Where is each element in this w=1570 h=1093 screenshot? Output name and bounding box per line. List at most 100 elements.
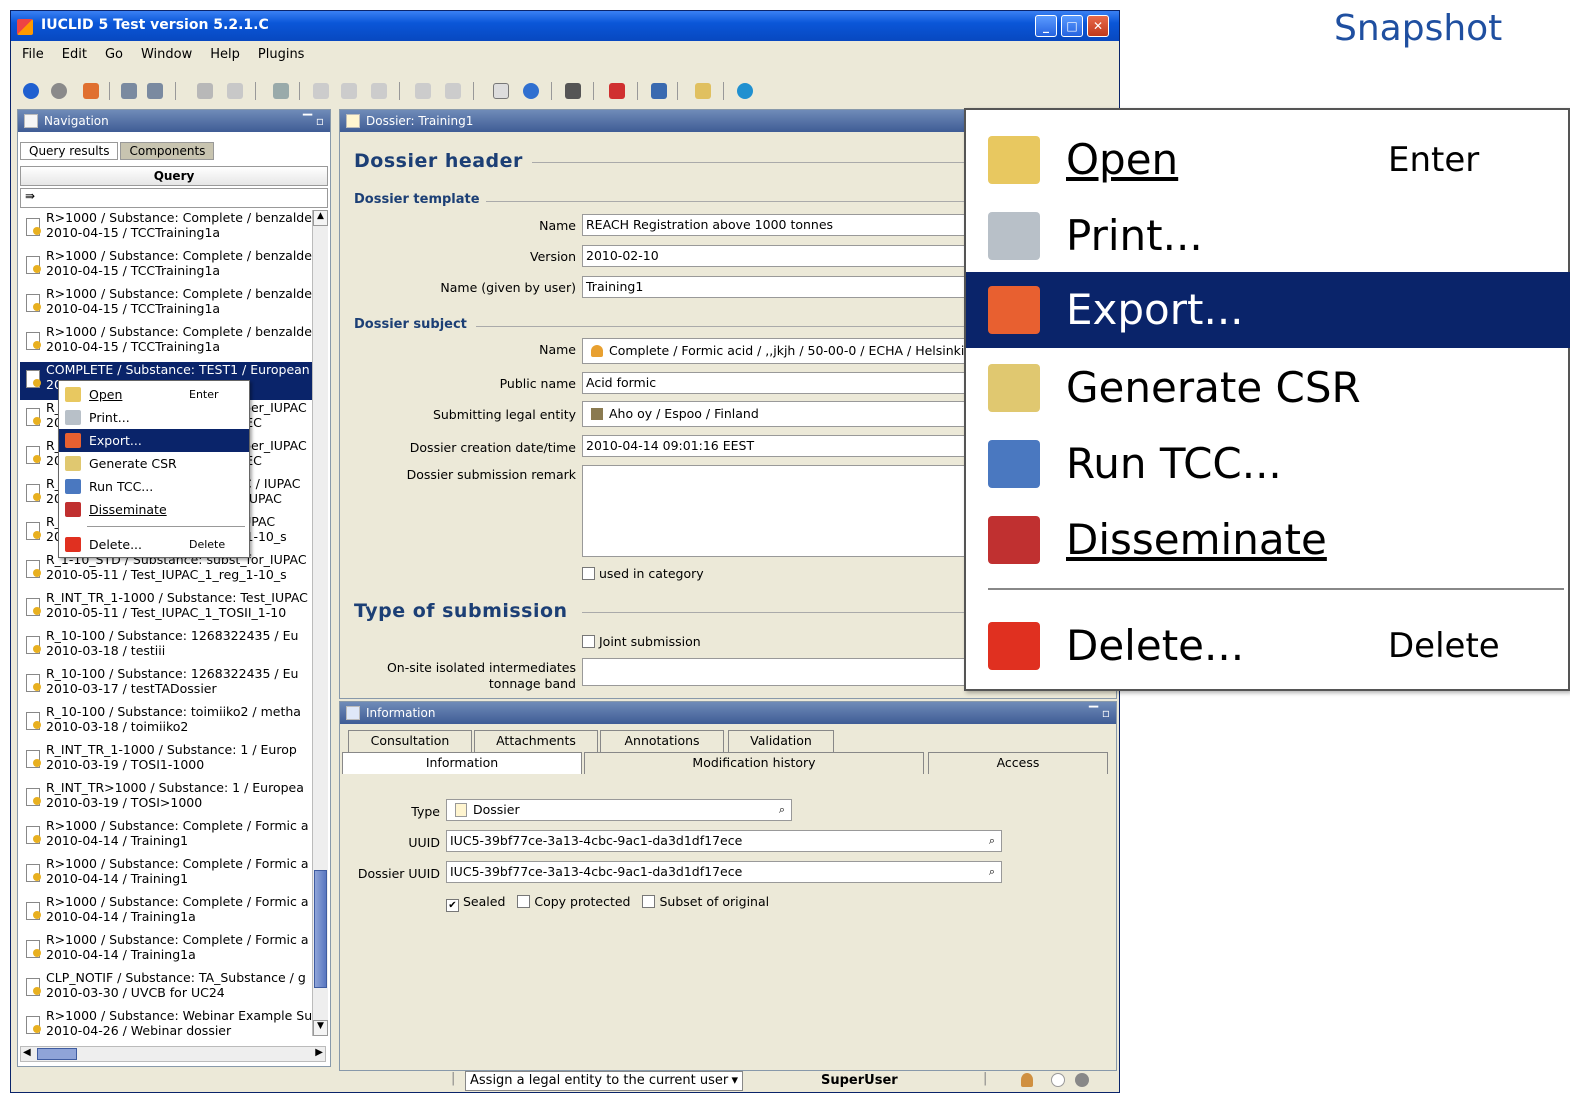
magnifier-icon[interactable]: ⌕ bbox=[779, 800, 785, 820]
maximize-button[interactable]: □ bbox=[1061, 15, 1083, 37]
query-header[interactable]: Query bbox=[20, 166, 328, 186]
edit-icon[interactable] bbox=[197, 83, 213, 99]
query-result-item[interactable]: R>1000 / Substance: Complete / benzaldeh… bbox=[20, 210, 312, 248]
help-icon[interactable] bbox=[523, 83, 539, 99]
tab-consultation[interactable]: Consultation bbox=[348, 730, 472, 752]
hscroll-thumb[interactable] bbox=[37, 1048, 77, 1060]
query-result-item[interactable]: R_INT_TR_1-1000 / Substance: Test_IUPAC 2… bbox=[20, 590, 312, 628]
version-field[interactable]: 2010-02-10 bbox=[582, 245, 972, 267]
tab-attachments[interactable]: Attachments bbox=[474, 730, 598, 752]
tonnage-band-field[interactable] bbox=[582, 658, 972, 686]
dossier-uuid-field[interactable]: IUC5-39bf77ce-3a13-4cbc-9ac1-da3d1df17ec… bbox=[446, 861, 1002, 883]
vertical-scrollbar[interactable]: ▲ ▼ bbox=[312, 210, 328, 1036]
redo-icon[interactable] bbox=[445, 83, 461, 99]
query-result-item[interactable]: R>1000 / Substance: Complete / Formic a2… bbox=[20, 818, 312, 856]
type-field[interactable]: Dossier ⌕ bbox=[446, 799, 792, 821]
run-tcc-icon[interactable] bbox=[651, 83, 667, 99]
title-bar[interactable]: IUCLID 5 Test version 5.2.1.C _ □ ✕ bbox=[11, 11, 1119, 41]
copy-protected-checkbox[interactable]: Copy protected bbox=[517, 894, 631, 909]
undo-icon[interactable] bbox=[415, 83, 431, 99]
save-all-icon[interactable] bbox=[147, 83, 163, 99]
subject-name-field[interactable]: Complete / Formic acid / ,,jkjh / 50-00-… bbox=[582, 338, 972, 364]
disseminate-icon[interactable] bbox=[609, 83, 625, 99]
query-result-item[interactable]: R>1000 / Substance: Complete / Formic a2… bbox=[20, 894, 312, 932]
query-result-item[interactable]: R_10-100 / Substance: 1268322435 / Eu 201… bbox=[20, 628, 312, 666]
save-icon[interactable] bbox=[121, 83, 137, 99]
menu-go[interactable]: Go bbox=[94, 43, 130, 62]
user-icon[interactable] bbox=[1021, 1073, 1033, 1087]
paste-icon[interactable] bbox=[371, 83, 387, 99]
scroll-right-icon[interactable]: ▶ bbox=[315, 1047, 323, 1058]
uuid-field[interactable]: IUC5-39bf77ce-3a13-4cbc-9ac1-da3d1df17ec… bbox=[446, 830, 1002, 852]
menu-plugins[interactable]: Plugins bbox=[247, 43, 312, 62]
public-name-field[interactable]: Acid formic bbox=[582, 372, 972, 394]
tab-validation[interactable]: Validation bbox=[728, 730, 834, 752]
query-result-item[interactable]: R_INT_TR>1000 / Substance: 1 / Europea 20… bbox=[20, 780, 312, 818]
menu-file[interactable]: File bbox=[11, 43, 51, 62]
menu-item-export[interactable]: Export... bbox=[59, 429, 249, 452]
query-result-item[interactable]: CLP_NOTIF / Substance: TA_Substance / g2… bbox=[20, 970, 312, 1008]
tab-information[interactable]: Information bbox=[342, 752, 582, 774]
magnifier-icon[interactable]: ⌕ bbox=[989, 862, 995, 882]
generate-csr-icon[interactable] bbox=[695, 83, 711, 99]
horizontal-scrollbar[interactable]: ◀ ▶ bbox=[20, 1046, 326, 1062]
query-result-item[interactable]: R>1000 / Substance: Complete / Formic a2… bbox=[20, 856, 312, 894]
tab-annotations[interactable]: Annotations bbox=[600, 730, 724, 752]
menu-item-run-tcc[interactable]: Run TCC... bbox=[59, 475, 249, 498]
menu-item-delete[interactable]: Delete... Delete bbox=[59, 533, 249, 556]
home-icon[interactable] bbox=[83, 83, 99, 99]
query-result-item[interactable]: R>1000 / Substance: Webinar Example Su 20… bbox=[20, 1008, 312, 1036]
sealed-checkbox[interactable]: ✔ Sealed bbox=[446, 894, 505, 912]
menu-window[interactable]: Window bbox=[130, 43, 199, 62]
query-result-item[interactable]: R>1000 / Substance: Complete / Formic a2… bbox=[20, 932, 312, 970]
menu-help[interactable]: Help bbox=[199, 43, 247, 62]
panel-controls[interactable]: ▔ ▫ bbox=[303, 110, 324, 132]
delete-icon bbox=[988, 622, 1040, 670]
query-result-item[interactable]: R>1000 / Substance: Complete / benzaldeh… bbox=[20, 248, 312, 286]
template-name-field[interactable]: REACH Registration above 1000 tonnes bbox=[582, 214, 972, 236]
tab-query-results[interactable]: Query results bbox=[20, 142, 119, 160]
creation-date-field[interactable]: 2010-04-14 09:01:16 EEST bbox=[582, 435, 972, 457]
minimize-button[interactable]: _ bbox=[1035, 15, 1057, 37]
query-result-item[interactable]: R_10-100 / Substance: 1268322435 / Eu 201… bbox=[20, 666, 312, 704]
glasses-icon[interactable] bbox=[565, 83, 581, 99]
subset-checkbox[interactable]: Subset of original bbox=[642, 894, 769, 909]
used-in-category-checkbox[interactable]: used in category bbox=[582, 566, 704, 581]
copy-icon[interactable] bbox=[341, 83, 357, 99]
menu-item-print[interactable]: Print... bbox=[59, 406, 249, 429]
document-icon[interactable] bbox=[493, 83, 509, 99]
back-icon[interactable] bbox=[23, 83, 39, 99]
info-panel-controls[interactable]: ▔ ▫ bbox=[1089, 702, 1110, 724]
query-result-item[interactable]: R>1000 / Substance: Complete / benzaldeh… bbox=[20, 286, 312, 324]
view-icon[interactable] bbox=[227, 83, 243, 99]
scroll-down-icon[interactable]: ▼ bbox=[313, 1020, 328, 1036]
query-result-item[interactable]: R_INT_TR_1-1000 / Substance: 1 / Europ 20… bbox=[20, 742, 312, 780]
close-button[interactable]: ✕ bbox=[1087, 15, 1109, 37]
menu-item-disseminate[interactable]: Disseminate bbox=[59, 498, 249, 521]
query-result-item[interactable]: R>1000 / Substance: Complete / benzaldeh… bbox=[20, 324, 312, 362]
open-icon bbox=[65, 387, 81, 402]
scroll-up-icon[interactable]: ▲ bbox=[313, 210, 328, 226]
tab-components[interactable]: Components bbox=[120, 142, 215, 160]
query-result-item[interactable]: R_10-100 / Substance: toimiiko2 / metha 2… bbox=[20, 704, 312, 742]
tab-modification-history[interactable]: Modification history bbox=[584, 752, 924, 774]
refresh-icon[interactable] bbox=[737, 83, 753, 99]
user-name-field[interactable]: Training1 bbox=[582, 276, 972, 298]
scroll-left-icon[interactable]: ◀ bbox=[23, 1047, 31, 1058]
submission-remark-field[interactable] bbox=[582, 465, 972, 557]
forward-icon[interactable] bbox=[51, 83, 67, 99]
menu-item-generate-csr[interactable]: Generate CSR bbox=[59, 452, 249, 475]
joint-submission-checkbox[interactable]: Joint submission bbox=[582, 634, 701, 649]
zoom-item-export: Export... bbox=[966, 272, 1570, 348]
scrollbar-thumb[interactable] bbox=[314, 870, 327, 988]
dossier-icon bbox=[26, 256, 41, 274]
menu-edit[interactable]: Edit bbox=[51, 43, 94, 62]
magnifier-icon[interactable]: ⌕ bbox=[989, 831, 995, 851]
cut-icon[interactable] bbox=[313, 83, 329, 99]
legal-entity-field[interactable]: Aho oy / Espoo / Finland bbox=[582, 401, 972, 427]
tab-access[interactable]: Access bbox=[928, 752, 1108, 774]
menu-item-open[interactable]: Open Enter bbox=[59, 383, 249, 406]
assign-entity-dropdown[interactable]: Assign a legal entity to the current use… bbox=[465, 1071, 743, 1091]
print-icon[interactable] bbox=[273, 83, 289, 99]
query-filter[interactable]: ⇛ bbox=[20, 188, 328, 208]
